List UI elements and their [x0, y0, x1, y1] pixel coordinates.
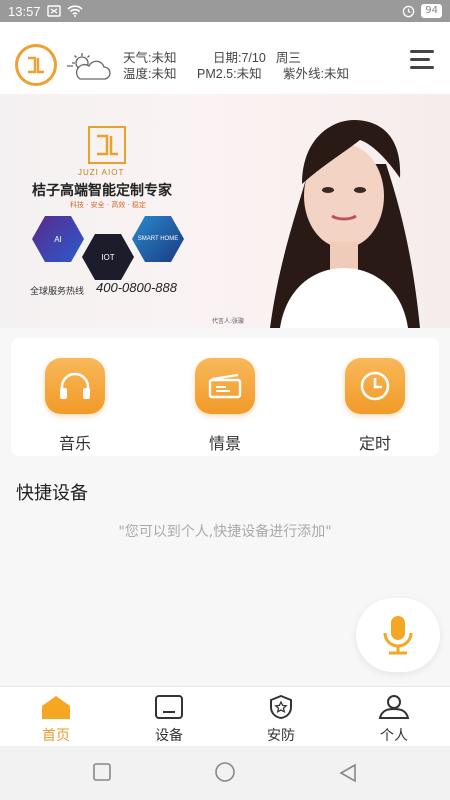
home-icon [42, 696, 70, 719]
tab-devices[interactable]: 设备 [129, 695, 209, 745]
banner-logo [88, 126, 126, 164]
header: 天气:未知 日期:7/10 周三 温度:未知 PM2.5:未知 紫外线:未知 [0, 22, 450, 94]
status-bar: 13:57 94 [0, 0, 450, 22]
back-icon[interactable] [338, 763, 358, 783]
headphones-icon [45, 358, 105, 414]
hotline-label: 全球服务热线 [30, 287, 85, 297]
banner-subtitle: 科技 · 安全 · 高效 · 稳定 [70, 201, 147, 209]
quick-devices-hint: "您可以到个人,快捷设备进行添加" [118, 524, 332, 540]
banner-title: 桔子高端智能定制专家 [32, 183, 172, 199]
date-label: 日期: [213, 51, 242, 65]
uv-value: 未知 [323, 67, 349, 81]
shield-star-icon [270, 694, 292, 720]
uv-label: 紫外线: [283, 67, 324, 81]
tab-devices-label: 设备 [155, 728, 183, 744]
tab-profile[interactable]: 个人 [354, 695, 434, 745]
hex-ai: AI [32, 216, 84, 262]
temperature-label: 温度: [123, 67, 152, 81]
music-button[interactable]: 音乐 [25, 358, 125, 454]
banner-brand: JUZI AIOT [78, 168, 125, 177]
device-icon [155, 695, 183, 719]
tab-profile-label: 个人 [380, 728, 408, 744]
weekday: 周三 [275, 51, 301, 65]
person-icon [378, 695, 410, 719]
timer-label: 定时 [358, 434, 391, 453]
battery-icon: 94 [421, 4, 442, 18]
tab-home-label: 首页 [42, 728, 70, 744]
spokesperson-photo [270, 120, 420, 328]
scene-label: 情景 [208, 434, 241, 453]
hex-smart-home: SMART HOME [132, 216, 184, 262]
notification-icon [46, 5, 61, 17]
pm25-value: 未知 [236, 67, 262, 81]
music-label: 音乐 [58, 434, 91, 453]
brand-logo [15, 44, 57, 86]
tab-home[interactable]: 首页 [16, 695, 96, 745]
weather-value: 未知 [151, 51, 177, 65]
tab-security-label: 安防 [267, 728, 295, 744]
pm25-label: PM2.5: [197, 67, 237, 81]
voice-button[interactable] [356, 598, 440, 672]
weather-info: 天气:未知 日期:7/10 周三 温度:未知 PM2.5:未知 紫外线:未知 [123, 50, 349, 82]
home-nav-icon[interactable] [213, 762, 237, 782]
quick-actions-card: 音乐 情景 定时 [11, 338, 439, 456]
alarm-icon [403, 5, 415, 17]
wifi-icon [66, 5, 83, 17]
system-nav-bar [0, 746, 450, 800]
status-time: 13:57 [8, 3, 41, 19]
date-value: 7/10 [241, 51, 266, 65]
hotline-number: 400-0800-888 [96, 280, 177, 295]
sun-cloud-icon [67, 53, 111, 80]
promo-banner[interactable]: JUZI AIOT 桔子高端智能定制专家 科技 · 安全 · 高效 · 稳定 A… [0, 94, 450, 328]
temperature-value: 未知 [151, 67, 177, 81]
scene-card-icon [195, 358, 255, 414]
hamburger-menu-icon[interactable] [410, 50, 436, 72]
bottom-tab-bar: 首页 设备 安防 个人 [0, 686, 450, 746]
timer-button[interactable]: 定时 [325, 358, 425, 454]
quick-devices-title: 快捷设备 [16, 483, 88, 504]
scene-button[interactable]: 情景 [175, 358, 275, 454]
tab-security[interactable]: 安防 [241, 694, 321, 745]
clock-icon [345, 358, 405, 414]
microphone-icon [383, 616, 413, 655]
hex-iot: IOT [82, 234, 134, 280]
recents-icon[interactable] [93, 763, 111, 781]
weather-label: 天气: [123, 51, 152, 65]
